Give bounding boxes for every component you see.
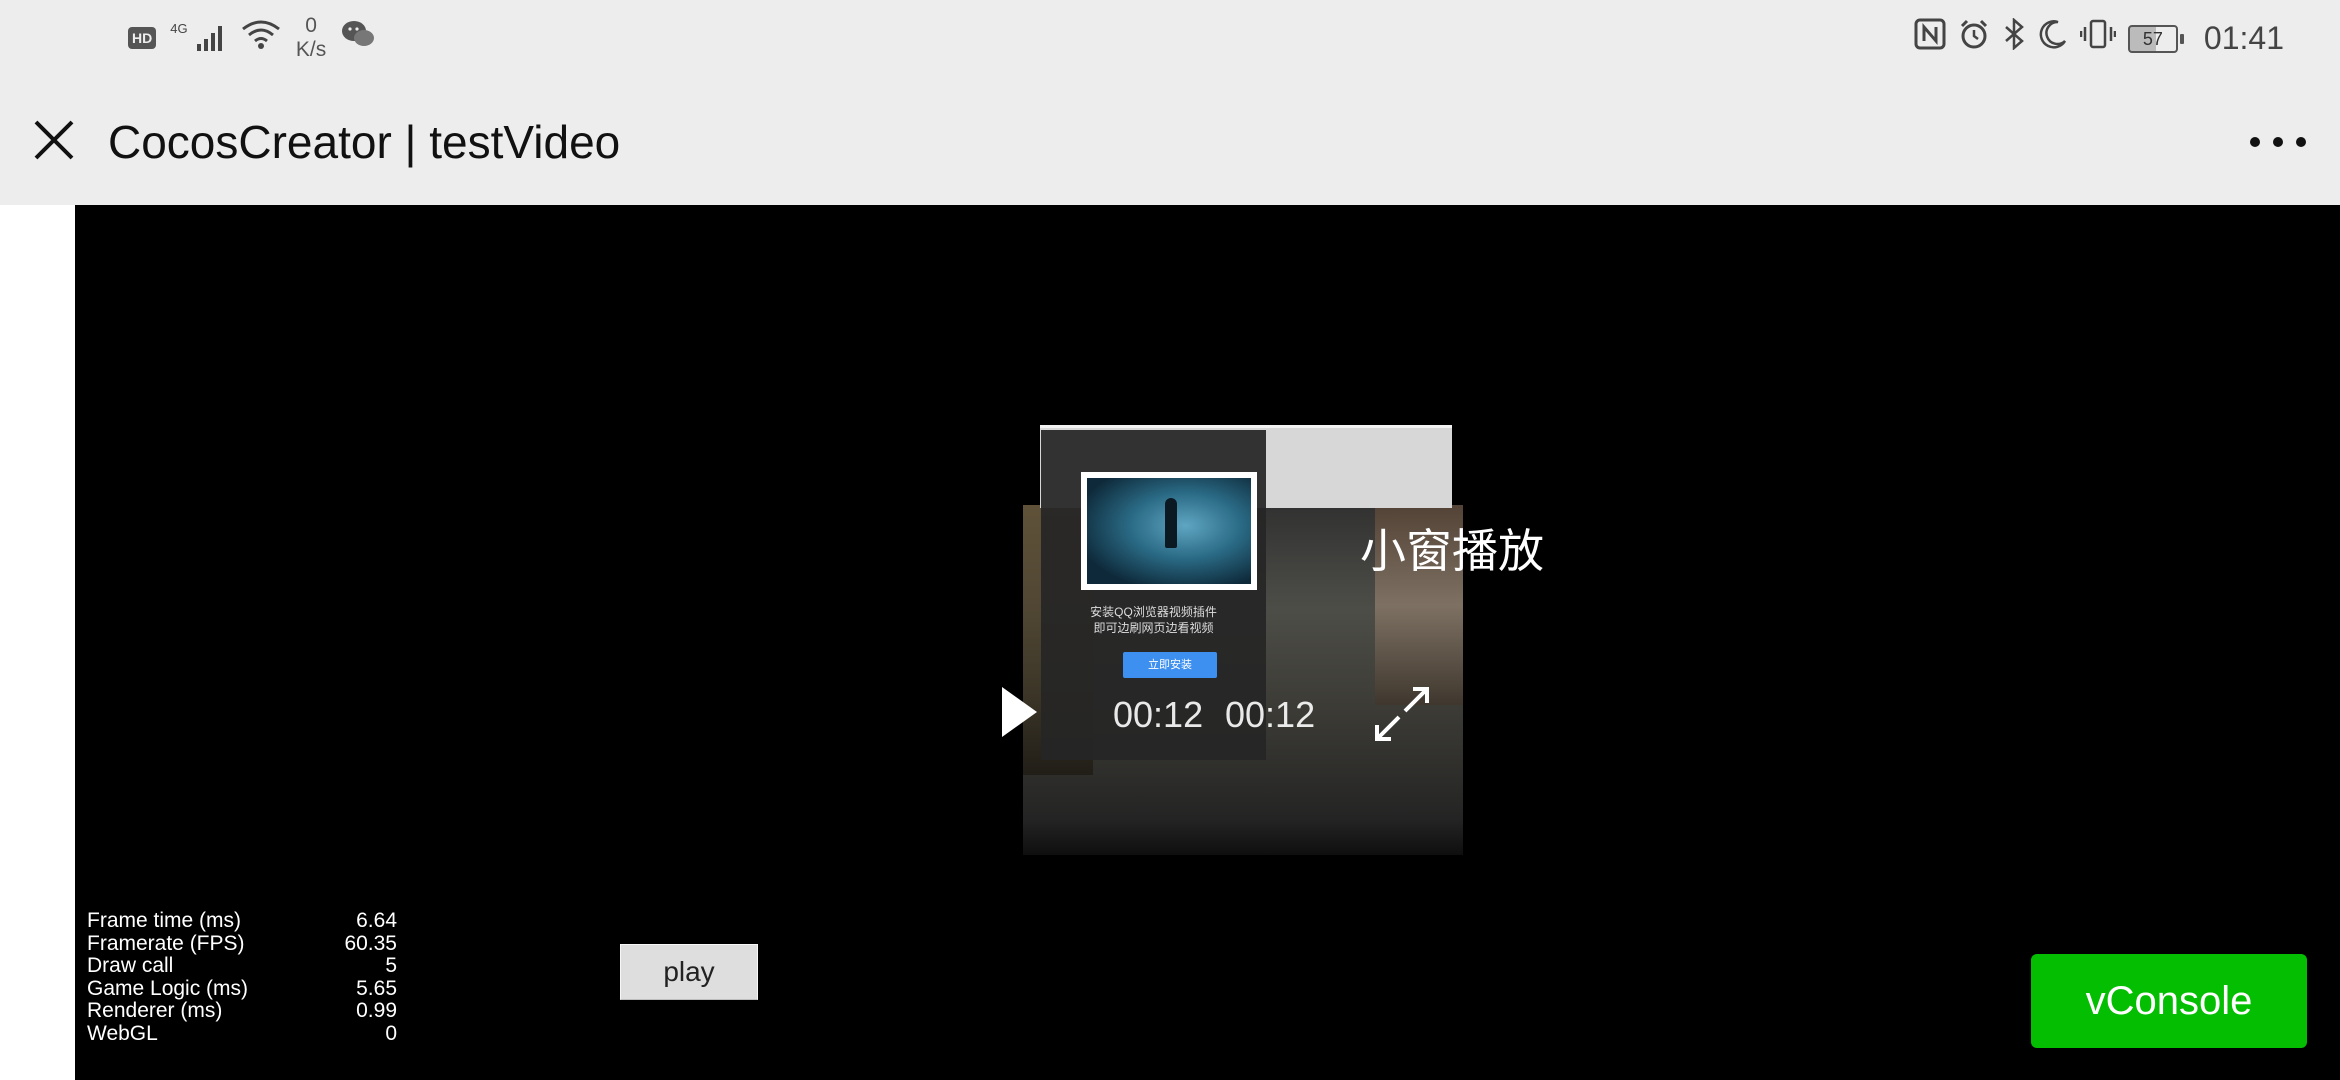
pip-play-label[interactable]: 小窗播放: [1360, 523, 1544, 579]
vibrate-icon: [2079, 18, 2117, 59]
page-title: CocosCreator | testVideo: [108, 116, 621, 168]
stats-value: 0: [385, 1021, 397, 1045]
close-icon: [34, 120, 74, 160]
promo-thumbnail: [1081, 472, 1257, 590]
bluetooth-icon: [2002, 17, 2026, 59]
stats-row: Framerate (FPS) 60.35: [87, 931, 397, 956]
wifi-icon: [240, 17, 282, 60]
stats-row: Renderer (ms) 0.99: [87, 999, 397, 1023]
video-play-button[interactable]: [999, 685, 1039, 739]
battery-level: 57: [2127, 24, 2178, 53]
stats-value: 0.99: [356, 999, 397, 1022]
performance-stats: Frame time (ms) 6.64 Framerate (FPS) 60.…: [87, 909, 397, 1046]
stats-label: Renderer (ms): [87, 999, 223, 1022]
stats-label: Game Logic (ms): [87, 976, 249, 1000]
promo-line-1: 安装QQ浏览器视频插件: [1090, 605, 1217, 619]
more-dot-icon: [2250, 137, 2260, 147]
status-bar-left: HD 4G 0 K/s: [128, 14, 376, 62]
title-bar: CocosCreator | testVideo: [0, 78, 2340, 205]
nfc-icon: [1914, 18, 1946, 59]
status-bar: HD 4G 0 K/s 57 01:41: [0, 0, 2340, 78]
network-speed-unit: K/s: [295, 38, 327, 61]
fullscreen-button[interactable]: [1373, 685, 1431, 743]
fullscreen-icon: [1375, 687, 1429, 741]
video-current-time: 00:12: [1113, 694, 1204, 735]
play-icon: [1002, 687, 1037, 737]
stats-value: 5.65: [356, 976, 397, 1000]
promo-thumbnail-image: [1087, 478, 1251, 584]
more-dot-icon: [2296, 137, 2306, 147]
hd-icon: HD: [128, 27, 157, 49]
stats-value: 5: [385, 954, 397, 977]
battery-cap: [2179, 33, 2184, 44]
install-now-button[interactable]: 立即安装: [1123, 652, 1217, 678]
cellular-signal-icon: 4G: [170, 18, 226, 59]
stats-label: WebGL: [87, 1021, 158, 1045]
more-options-button[interactable]: [2250, 126, 2306, 158]
stats-row: Frame time (ms) 6.64: [87, 909, 397, 933]
promo-line-2: 即可边刷网页边看视频: [1093, 621, 1214, 635]
stats-label: Frame time (ms): [87, 909, 241, 932]
alarm-icon: [1958, 18, 1990, 59]
battery-icon: 57: [2127, 24, 2184, 53]
network-type-label: 4G: [170, 20, 188, 36]
stats-label: Draw call: [87, 954, 174, 977]
game-canvas[interactable]: 小窗播放 安装QQ浏览器视频插件 即可边刷网页边看视频 立即安装 00:12 0…: [75, 205, 2340, 1080]
stats-value: 6.64: [356, 909, 397, 932]
stats-row: WebGL 0: [87, 1021, 397, 1046]
promo-description: 安装QQ浏览器视频插件 即可边刷网页边看视频: [1041, 604, 1266, 636]
play-button[interactable]: play: [620, 944, 758, 1000]
status-bar-right: 57 01:41: [1914, 17, 2284, 59]
more-dot-icon: [2273, 137, 2283, 147]
status-time: 01:41: [2203, 20, 2284, 56]
wechat-icon: [340, 19, 376, 58]
moon-icon: [2038, 19, 2068, 58]
stats-label: Framerate (FPS): [87, 931, 245, 955]
vconsole-button[interactable]: vConsole: [2031, 954, 2307, 1048]
stats-row: Game Logic (ms) 5.65: [87, 976, 397, 1001]
network-speed: 0 K/s: [296, 14, 326, 62]
stats-value: 60.35: [344, 931, 397, 955]
stats-row: Draw call 5: [87, 954, 397, 978]
video-total-time: 00:12: [1225, 694, 1316, 735]
close-button[interactable]: [28, 114, 80, 166]
network-speed-value: 0: [305, 14, 317, 37]
